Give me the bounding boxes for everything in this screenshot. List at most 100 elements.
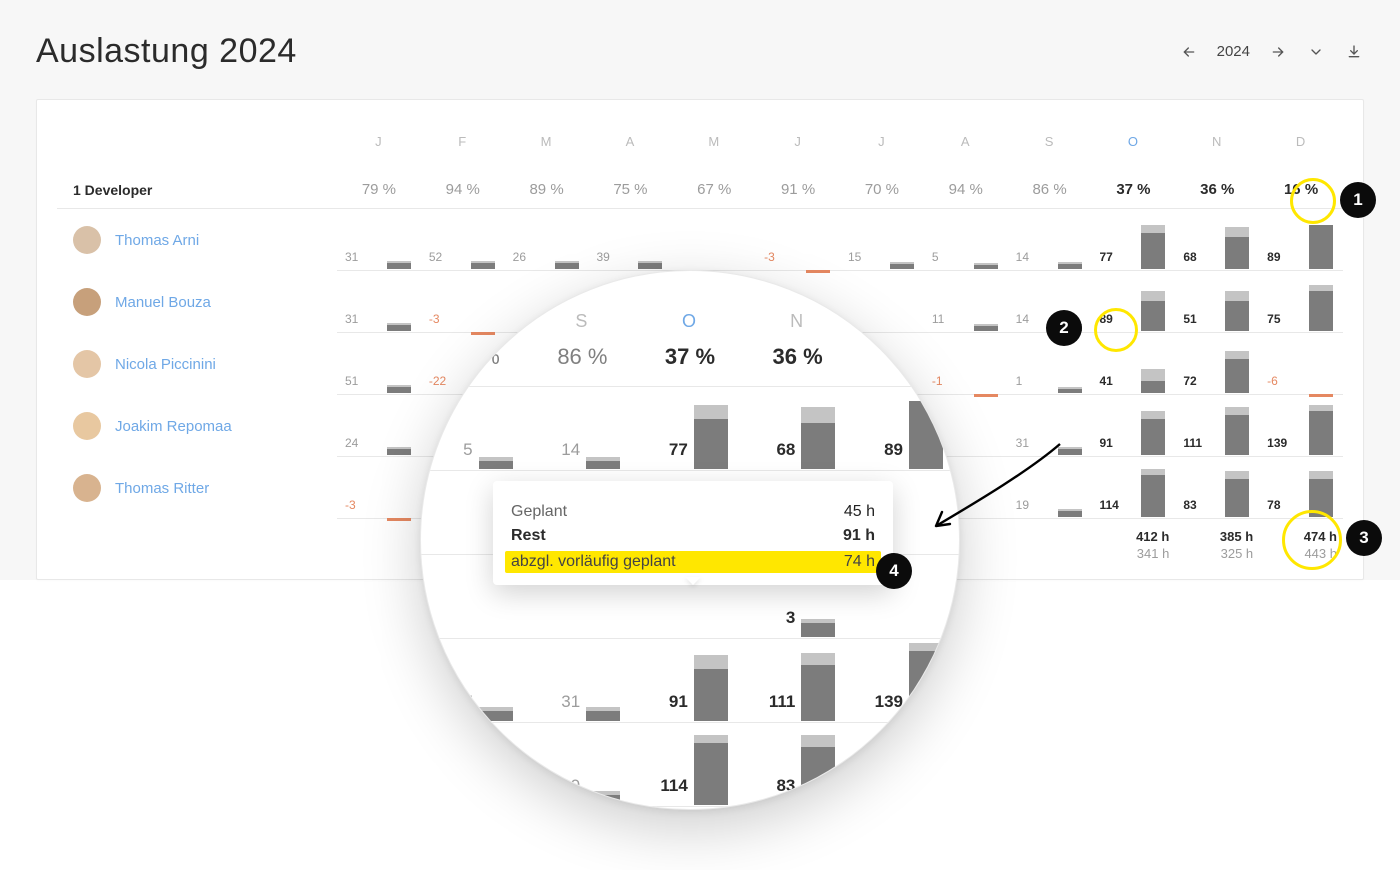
zoom-cell[interactable]: 37	[421, 639, 529, 723]
person-link[interactable]: Manuel Bouza	[115, 294, 211, 311]
utilization-cell[interactable]: -6	[1259, 333, 1343, 395]
zoom-cell-bar	[801, 653, 835, 721]
cell-bar	[1141, 405, 1165, 455]
next-year-button[interactable]	[1268, 42, 1288, 62]
cell-bar	[387, 343, 411, 393]
cell-bar	[1058, 343, 1082, 393]
cell-bar	[1058, 219, 1082, 269]
month-header: A	[589, 134, 673, 171]
month-header: J	[756, 134, 840, 171]
utilization-cell[interactable]: 77	[1092, 209, 1176, 271]
cell-bar	[1225, 405, 1249, 455]
utilization-cell[interactable]: 51	[1175, 271, 1259, 333]
download-button[interactable]	[1344, 42, 1364, 62]
zoom-cell[interactable]: 5	[421, 387, 529, 471]
zoom-month-header: O	[636, 271, 744, 344]
person-link[interactable]: Joakim Repomaa	[115, 418, 232, 435]
group-pct: 94 %	[421, 171, 505, 208]
group-pct: 86 %	[1008, 171, 1092, 208]
zoom-cell-bar	[694, 655, 728, 721]
cell-value: 52	[429, 250, 442, 264]
utilization-cell[interactable]: 68	[1175, 209, 1259, 271]
utilization-cell[interactable]: 111	[1175, 395, 1259, 457]
zoom-cell[interactable]: 14	[529, 387, 637, 471]
zoom-cell-value: 78	[884, 776, 903, 796]
zoom-cell-value: 19	[561, 776, 580, 796]
cell-value: -3	[345, 498, 356, 512]
zoom-total	[421, 807, 529, 810]
zoom-cell[interactable]: 31	[529, 639, 637, 723]
utilization-cell[interactable]: 72	[1175, 333, 1259, 395]
utilization-cell[interactable]: 39	[589, 209, 673, 271]
group-label: 1 Developer	[57, 172, 337, 208]
utilization-cell[interactable]: 52	[421, 209, 505, 271]
zoom-cell-bar	[909, 737, 943, 805]
cell-value: 41	[1100, 374, 1113, 388]
zoom-cell[interactable]: 19	[529, 723, 637, 807]
person-link[interactable]: Thomas Ritter	[115, 480, 209, 497]
zoom-cell-bar	[801, 735, 835, 805]
cell-value: 68	[1183, 250, 1196, 264]
utilization-cell[interactable]: 31	[337, 209, 421, 271]
utilization-cell[interactable]: 15	[840, 209, 924, 271]
group-pct: 94 %	[924, 171, 1008, 208]
avatar	[73, 412, 101, 440]
cell-value: 114	[1100, 498, 1119, 512]
highlight-ring-1	[1290, 178, 1336, 224]
utilization-cell[interactable]: 1	[1008, 333, 1092, 395]
group-pct: 36 %	[1175, 171, 1259, 208]
utilization-cell[interactable]	[672, 209, 756, 271]
utilization-cell[interactable]: 14	[1008, 209, 1092, 271]
zoom-cell-bar	[586, 707, 620, 721]
header-actions: 2024	[1179, 42, 1364, 62]
zoom-cell[interactable]: 83	[744, 723, 852, 807]
utilization-cell[interactable]: 24	[337, 395, 421, 457]
utilization-cell[interactable]: 31	[337, 271, 421, 333]
page-title: Auslastung 2024	[36, 32, 297, 71]
utilization-cell[interactable]: 75	[1259, 271, 1343, 333]
zoom-month-header: S	[529, 271, 637, 344]
zoom-cell[interactable]: 77	[636, 387, 744, 471]
hover-tooltip: Geplant45 h Rest91 h abzgl. vorläufig ge…	[493, 481, 893, 585]
cell-value: 14	[1016, 250, 1029, 264]
zoom-cell[interactable]	[421, 723, 529, 807]
cell-neg-bar	[387, 518, 411, 521]
year-label[interactable]: 2024	[1217, 43, 1250, 60]
utilization-cell[interactable]: 5	[924, 209, 1008, 271]
zoom-cell[interactable]: 78	[851, 723, 959, 807]
zoom-cell-bar	[694, 735, 728, 805]
utilization-cell[interactable]: -3	[337, 457, 421, 519]
person-link[interactable]: Nicola Piccinini	[115, 356, 216, 373]
zoom-pct: 86 %	[529, 344, 637, 386]
zoom-cell[interactable]: 111	[744, 639, 852, 723]
zoom-cell[interactable]: 114	[636, 723, 744, 807]
annotation-badge-3: 3	[1346, 520, 1382, 556]
zoom-cell-bar	[586, 457, 620, 469]
utilization-cell[interactable]: 139	[1259, 395, 1343, 457]
zoom-cell[interactable]: 91	[636, 639, 744, 723]
zoom-cell[interactable]: 139	[851, 639, 959, 723]
zoom-cell[interactable]: 68	[744, 387, 852, 471]
prev-year-button[interactable]	[1179, 42, 1199, 62]
zoom-cell-value: 3	[786, 608, 795, 628]
cell-bar	[1141, 467, 1165, 517]
zoom-pct: 94 %	[421, 344, 529, 386]
cell-value: -3	[764, 250, 775, 264]
utilization-cell[interactable]: -3	[756, 209, 840, 271]
person-link[interactable]: Thomas Arni	[115, 232, 199, 249]
cell-value: 15	[848, 250, 861, 264]
utilization-cell[interactable]: 114	[1092, 457, 1176, 519]
utilization-cell[interactable]: 26	[505, 209, 589, 271]
group-pct: 75 %	[589, 171, 673, 208]
zoom-cell-value: 111	[769, 692, 796, 712]
expand-dropdown-button[interactable]	[1306, 42, 1326, 62]
avatar	[73, 474, 101, 502]
utilization-cell[interactable]: 83	[1175, 457, 1259, 519]
utilization-cell[interactable]: 51	[337, 333, 421, 395]
totals-cell: 385 h325 h	[1175, 519, 1259, 561]
utilization-cell[interactable]: 78	[1259, 457, 1343, 519]
month-header: D	[1259, 134, 1343, 171]
cell-bar	[974, 219, 998, 269]
cell-bar	[1309, 405, 1333, 455]
utilization-cell[interactable]: 91	[1092, 395, 1176, 457]
